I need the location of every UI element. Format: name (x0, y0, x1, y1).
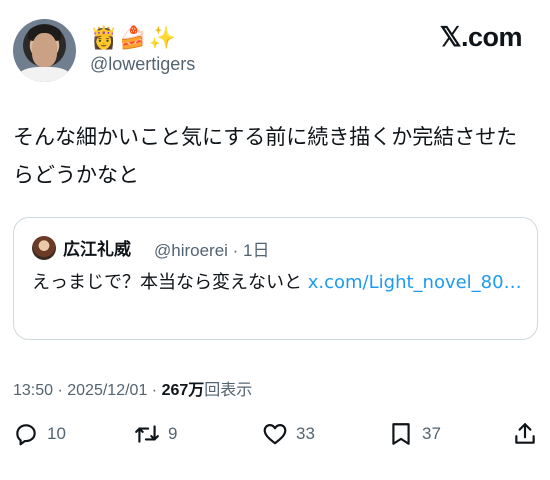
action-bar: 10 9 33 37 (0, 418, 550, 450)
bookmark-button[interactable]: 37 (388, 418, 441, 450)
quoted-author-meta: @hiroerei · 1日 (154, 241, 270, 260)
avatar-shirt (19, 67, 70, 82)
reply-count: 10 (47, 424, 66, 443)
heart-icon (263, 424, 287, 445)
quoted-tweet-body: えっまじで？本当なら変えないと (32, 272, 308, 293)
quoted-tweet-text: えっまじで？本当なら変えないと x.com/Light_novel_80… (32, 268, 522, 298)
author-display-name[interactable]: 👸🍰✨ (90, 26, 178, 52)
view-count: 267万 (161, 382, 205, 399)
x-logo: 𝕏.com (439, 22, 523, 52)
quoted-author-avatar[interactable] (32, 236, 56, 260)
like-count: 33 (296, 424, 315, 443)
tweet-timestamp[interactable]: 13:50 · 2025/12/01 · 267万回表示 (13, 376, 252, 400)
author-handle[interactable]: @lowertigers (90, 54, 195, 75)
reply-button[interactable]: 10 (13, 418, 66, 450)
quoted-author-name[interactable]: 広江礼威 (63, 235, 131, 260)
timestamp-date: 13:50 · 2025/12/01 · (13, 382, 162, 399)
tweet-text: そんな細かいこと気にする前に続き描くか完結させたらどうかなと (13, 125, 518, 187)
avatar-face (32, 33, 57, 67)
retweet-icon (135, 425, 159, 443)
quoted-tweet-card[interactable]: 広江礼威 @hiroerei · 1日 えっまじで？本当なら変えないと x.co… (13, 217, 538, 340)
author-avatar[interactable] (13, 19, 76, 82)
quoted-tweet-link[interactable]: x.com/Light_novel_80… (308, 272, 522, 293)
retweet-count: 9 (168, 424, 178, 443)
bookmark-icon (392, 423, 410, 445)
share-button[interactable] (512, 418, 538, 450)
retweet-button[interactable]: 9 (134, 418, 177, 450)
view-label: 回表示 (204, 382, 253, 399)
reply-icon (16, 424, 36, 446)
bookmark-count: 37 (422, 424, 441, 443)
share-icon (515, 423, 535, 444)
like-button[interactable]: 33 (262, 418, 315, 450)
